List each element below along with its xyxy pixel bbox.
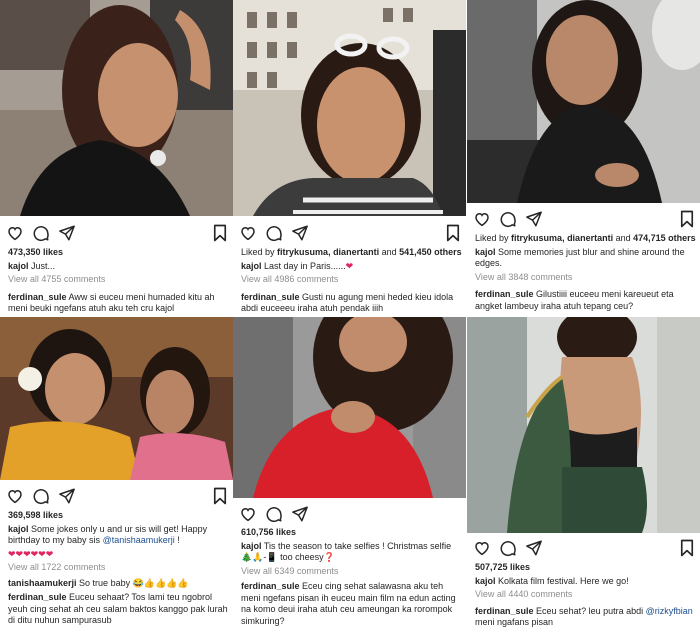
comment-username[interactable]: ferdinan_sule bbox=[475, 289, 534, 299]
comment-username[interactable]: ferdinan_sule bbox=[8, 292, 67, 302]
photo-woman-saree-back bbox=[467, 317, 700, 533]
caption-hearts: ❤❤❤❤❤❤ bbox=[8, 548, 54, 559]
comment-mention[interactable]: @rizkyfbian bbox=[646, 606, 693, 616]
comment-username[interactable]: ferdinan_sule bbox=[475, 606, 534, 616]
comment-icon[interactable] bbox=[32, 224, 50, 242]
heart-icon[interactable] bbox=[473, 539, 491, 557]
view-all-comments-link[interactable]: View all 4755 comments bbox=[8, 274, 229, 286]
comment-username[interactable]: ferdinan_sule bbox=[241, 581, 300, 591]
photo-woman-red-dress-car bbox=[233, 317, 466, 498]
bookmark-icon[interactable] bbox=[680, 539, 694, 557]
comment-username[interactable]: ferdinan_sule bbox=[8, 592, 67, 602]
post-meta: 473,350 likes kajol Just... View all 475… bbox=[8, 247, 229, 315]
caption-text: Last day in Paris...... bbox=[264, 260, 346, 271]
bookmark-icon[interactable] bbox=[680, 210, 694, 228]
heart-icon[interactable] bbox=[473, 210, 491, 228]
caption-username[interactable]: kajol bbox=[8, 261, 29, 271]
post-actions bbox=[6, 487, 227, 505]
share-icon[interactable] bbox=[525, 210, 543, 228]
post-actions bbox=[473, 210, 694, 228]
view-all-comments-link[interactable]: View all 1722 comments bbox=[8, 562, 229, 574]
view-all-comments-link[interactable]: View all 3848 comments bbox=[475, 272, 696, 284]
caption-username[interactable]: kajol bbox=[241, 261, 262, 271]
post-card-1: 473,350 likes kajol Just... View all 475… bbox=[0, 0, 233, 317]
comment-username[interactable]: tanishaamukerji bbox=[8, 578, 77, 588]
share-icon[interactable] bbox=[291, 505, 309, 523]
share-icon[interactable] bbox=[58, 487, 76, 505]
heart-emoji: ❤ bbox=[345, 260, 354, 271]
post-photo[interactable] bbox=[467, 0, 700, 203]
caption-username[interactable]: kajol bbox=[8, 524, 29, 534]
photo-woman-sunglasses-paris bbox=[233, 0, 466, 216]
liked-by-line: Liked by fitrykusuma, dianertanti and 54… bbox=[241, 247, 462, 257]
post-actions bbox=[239, 505, 460, 523]
post-actions bbox=[6, 224, 227, 242]
comment-icon[interactable] bbox=[499, 210, 517, 228]
view-all-comments-link[interactable]: View all 6349 comments bbox=[241, 566, 462, 578]
caption-text: Kolkata film festival. Here we go! bbox=[498, 575, 629, 586]
liked-by-users[interactable]: fitrykusuma, dianertanti bbox=[511, 233, 613, 243]
liked-by-users[interactable]: fitrykusuma, dianertanti bbox=[277, 247, 379, 257]
liked-by-count[interactable]: 541,450 others bbox=[399, 247, 462, 257]
caption-text: Some memories just blur and shine around… bbox=[475, 246, 685, 269]
post-actions bbox=[239, 224, 460, 242]
comment-text: Eceu sehat? leu putra abdi bbox=[536, 605, 644, 616]
post-photo[interactable] bbox=[233, 0, 466, 216]
post-meta: Liked by fitrykusuma, dianertanti and 47… bbox=[475, 233, 696, 312]
post-card-6: 507,725 likes kajol Kolkata film festiva… bbox=[467, 317, 700, 634]
post-meta: 610,756 likes kajol Tis the season to ta… bbox=[241, 527, 462, 627]
post-actions bbox=[473, 539, 694, 557]
share-icon[interactable] bbox=[525, 539, 543, 557]
like-count[interactable]: 369,598 likes bbox=[8, 510, 229, 522]
post-card-5: 610,756 likes kajol Tis the season to ta… bbox=[233, 317, 466, 634]
post-card-2: Liked by fitrykusuma, dianertanti and 54… bbox=[233, 0, 466, 317]
post-photo[interactable] bbox=[0, 317, 233, 480]
post-card-3: Liked by fitrykusuma, dianertanti and 47… bbox=[467, 0, 700, 317]
post-photo[interactable] bbox=[0, 0, 233, 216]
bookmark-icon[interactable] bbox=[213, 224, 227, 242]
caption-text: Tis the season to take selfies ! Christm… bbox=[241, 540, 452, 563]
post-meta: Liked by fitrykusuma, dianertanti and 54… bbox=[241, 247, 462, 315]
comment-username[interactable]: ferdinan_sule bbox=[241, 292, 300, 302]
comment-icon[interactable] bbox=[265, 505, 283, 523]
caption-mention[interactable]: @tanishaamukerji bbox=[103, 535, 175, 545]
comment-text: So true baby 😂👍👍👍👍 bbox=[79, 577, 189, 588]
bookmark-icon[interactable] bbox=[446, 224, 460, 242]
heart-icon[interactable] bbox=[6, 487, 24, 505]
caption-username[interactable]: kajol bbox=[475, 247, 496, 257]
post-photo[interactable] bbox=[233, 317, 466, 498]
post-meta: 507,725 likes kajol Kolkata film festiva… bbox=[475, 562, 696, 629]
comment-icon[interactable] bbox=[499, 539, 517, 557]
post-photo[interactable] bbox=[467, 317, 700, 533]
comment-icon[interactable] bbox=[32, 487, 50, 505]
caption-username[interactable]: kajol bbox=[241, 541, 262, 551]
heart-icon[interactable] bbox=[239, 224, 257, 242]
view-all-comments-link[interactable]: View all 4986 comments bbox=[241, 274, 462, 286]
like-count[interactable]: 473,350 likes bbox=[8, 247, 229, 259]
heart-icon[interactable] bbox=[6, 224, 24, 242]
heart-icon[interactable] bbox=[239, 505, 257, 523]
comment-icon[interactable] bbox=[265, 224, 283, 242]
caption-text: Just... bbox=[31, 260, 56, 271]
liked-by-line: Liked by fitrykusuma, dianertanti and 47… bbox=[475, 233, 696, 243]
photo-woman-smiling-selfie bbox=[0, 0, 233, 216]
view-all-comments-link[interactable]: View all 4440 comments bbox=[475, 589, 696, 601]
like-count[interactable]: 610,756 likes bbox=[241, 527, 462, 539]
post-meta: 369,598 likes kajol Some jokes only u an… bbox=[8, 510, 229, 625]
liked-by-count[interactable]: 474,715 others bbox=[633, 233, 696, 243]
post-card-4: 369,598 likes kajol Some jokes only u an… bbox=[0, 317, 233, 634]
share-icon[interactable] bbox=[291, 224, 309, 242]
like-count[interactable]: 507,725 likes bbox=[475, 562, 696, 574]
share-icon[interactable] bbox=[58, 224, 76, 242]
photo-woman-looking-at-phone bbox=[467, 0, 700, 203]
photo-sisters-laughing bbox=[0, 317, 233, 480]
caption-username[interactable]: kajol bbox=[475, 576, 496, 586]
bookmark-icon[interactable] bbox=[213, 487, 227, 505]
